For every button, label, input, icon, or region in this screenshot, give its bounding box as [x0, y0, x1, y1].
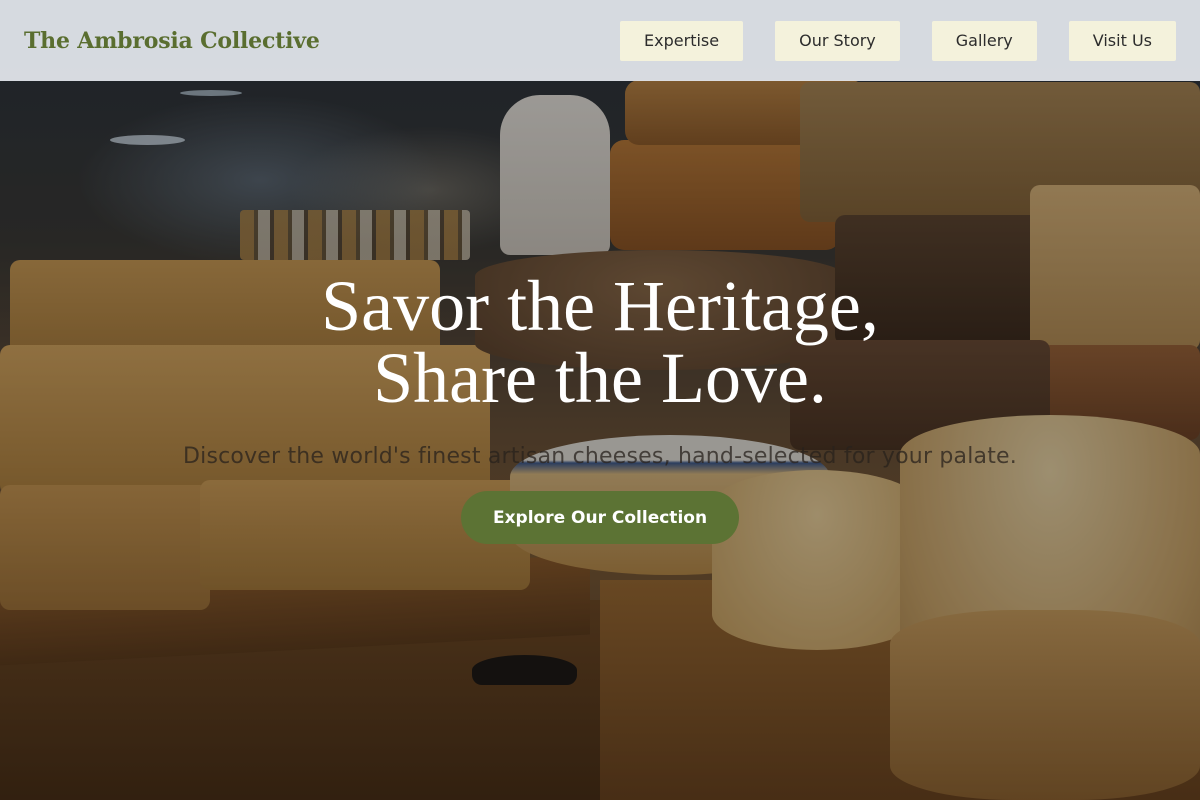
hero-headline-line2: Share the Love. [373, 338, 827, 418]
nav-our-story-button[interactable]: Our Story [775, 20, 900, 61]
nav-visit-us-button[interactable]: Visit Us [1068, 20, 1176, 61]
hero-headline: Savor the Heritage, Share the Love. [321, 270, 879, 414]
main-nav: Expertise Our Story Gallery Visit Us [620, 20, 1176, 61]
nav-gallery-button[interactable]: Gallery [931, 20, 1037, 61]
hero-content: Savor the Heritage, Share the Love. Disc… [0, 270, 1200, 544]
site-header: The Ambrosia Collective Expertise Our St… [0, 0, 1200, 81]
hero-subtitle: Discover the world's finest artisan chee… [183, 444, 1017, 469]
hero-headline-line1: Savor the Heritage, [321, 266, 879, 346]
explore-collection-button[interactable]: Explore Our Collection [460, 491, 740, 544]
nav-expertise-button[interactable]: Expertise [620, 20, 744, 61]
brand-logo[interactable]: The Ambrosia Collective [24, 28, 320, 54]
